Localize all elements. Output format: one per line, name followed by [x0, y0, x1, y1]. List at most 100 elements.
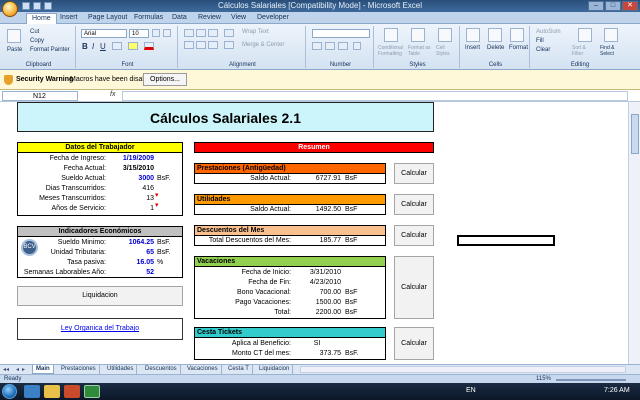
language-indicator[interactable]: EN [466, 387, 476, 394]
merge-center-button[interactable]: Merge & Center [242, 42, 284, 48]
borders-icon[interactable] [112, 42, 122, 50]
tab-insert[interactable]: Insert [60, 14, 78, 21]
tab-developer[interactable]: Developer [257, 14, 289, 21]
clear-button[interactable]: Clear [536, 47, 550, 53]
format-table-icon[interactable] [411, 28, 425, 42]
cut-button[interactable]: Cut [30, 29, 39, 35]
italic-icon[interactable]: I [92, 42, 94, 51]
sheet-nav-prev-icon[interactable]: ◂ [16, 366, 19, 373]
ley-organica-link[interactable]: Ley Organica del Trabajo [18, 325, 182, 332]
clock[interactable]: 7:26 AM [604, 387, 630, 394]
percent-icon[interactable] [325, 42, 335, 50]
number-format-select[interactable] [312, 29, 370, 38]
ie-taskbar-icon[interactable] [24, 385, 40, 398]
sheet-nav-next-icon[interactable]: ▸ [22, 366, 25, 373]
vertical-scrollbar[interactable] [628, 102, 640, 364]
sheet-tab-utilidades[interactable]: Utilidades [104, 365, 138, 374]
tab-review[interactable]: Review [198, 14, 221, 21]
tab-home[interactable]: Home [26, 13, 57, 24]
name-box[interactable]: N12 [2, 91, 78, 101]
zoom-slider[interactable] [556, 379, 626, 381]
cell-styles-button[interactable]: Cell Styles [436, 45, 458, 57]
font-color-icon[interactable] [144, 42, 154, 50]
format-cells-icon[interactable] [510, 28, 524, 42]
sheet-tab-descuentos[interactable]: Descuentos [142, 365, 181, 374]
font-name-select[interactable]: Arial [81, 29, 127, 38]
insert-cells-icon[interactable] [466, 28, 480, 42]
liquidacion-button[interactable]: Liquidacion [17, 286, 183, 306]
undo-icon[interactable] [33, 2, 41, 10]
tab-data[interactable]: Data [172, 14, 187, 21]
format-as-table-button[interactable]: Format as Table [408, 45, 434, 57]
cell-styles-icon[interactable] [438, 28, 452, 42]
calcular-prestaciones-button[interactable]: Calcular [394, 163, 434, 184]
sort-filter-button[interactable]: Sort & Filter [572, 45, 598, 57]
calcular-descuentos-button[interactable]: Calcular [394, 225, 434, 246]
paste-button[interactable]: Paste [7, 47, 22, 53]
orientation-icon[interactable] [224, 29, 234, 37]
delete-button[interactable]: Delete [487, 45, 504, 51]
calcular-cesta-button[interactable]: Calcular [394, 327, 434, 360]
vacaciones-unit: BsF [345, 299, 358, 306]
worksheet[interactable]: Cálculos Salariales 2.1 Datos del Trabaj… [0, 102, 628, 364]
selected-cell-n12[interactable] [457, 235, 555, 246]
align-left-icon[interactable] [184, 41, 194, 49]
start-button[interactable] [2, 384, 17, 399]
insert-button[interactable]: Insert [465, 45, 480, 51]
sheet-tab-vacaciones[interactable]: Vacaciones [184, 365, 222, 374]
fx-icon[interactable]: fx [110, 91, 115, 98]
sort-filter-icon[interactable] [578, 28, 592, 42]
maximize-button[interactable]: □ [605, 1, 621, 11]
align-bottom-icon[interactable] [208, 29, 218, 37]
sheet-tab-main[interactable]: Main [32, 365, 54, 374]
zoom-level[interactable]: 115% [536, 376, 551, 382]
decimal-icon[interactable] [353, 42, 361, 50]
conditional-formatting-button[interactable]: Conditional Formatting [378, 45, 406, 57]
sheet-tab-prestaciones[interactable]: Prestaciones [58, 365, 100, 374]
minimize-button[interactable]: – [588, 1, 604, 11]
calcular-vacaciones-button[interactable]: Calcular [394, 256, 434, 319]
grow-font-icon[interactable] [152, 29, 160, 37]
fill-color-icon[interactable] [128, 42, 138, 50]
close-button[interactable]: ✕ [622, 1, 638, 11]
options-button[interactable]: Options... [143, 73, 187, 86]
align-right-icon[interactable] [208, 41, 218, 49]
find-select-icon[interactable] [604, 28, 618, 42]
formula-input[interactable] [122, 91, 628, 101]
indent-icon[interactable] [224, 41, 234, 49]
align-center-icon[interactable] [196, 41, 206, 49]
format-button[interactable]: Format [509, 45, 528, 51]
format-painter-button[interactable]: Format Painter [30, 47, 70, 53]
redo-icon[interactable] [44, 2, 52, 10]
bold-icon[interactable]: B [82, 42, 88, 51]
excel-taskbar-icon[interactable] [84, 385, 100, 398]
find-select-button[interactable]: Find & Select [600, 45, 626, 57]
scrollbar-thumb[interactable] [631, 114, 639, 154]
paste-icon[interactable] [7, 29, 21, 43]
tab-page-layout[interactable]: Page Layout [88, 14, 127, 21]
horizontal-scrollbar[interactable] [300, 366, 626, 373]
save-icon[interactable] [22, 2, 30, 10]
calcular-utilidades-button[interactable]: Calcular [394, 194, 434, 215]
wrap-text-button[interactable]: Wrap Text [242, 29, 269, 35]
tab-view[interactable]: View [231, 14, 246, 21]
autosum-button[interactable]: AutoSum [536, 29, 561, 35]
sheet-tab-liquidacion[interactable]: Liquidacion [256, 365, 294, 374]
conditional-formatting-icon[interactable] [384, 28, 398, 42]
shrink-font-icon[interactable] [163, 29, 171, 37]
media-taskbar-icon[interactable] [64, 385, 80, 398]
fill-button[interactable]: Fill [536, 38, 544, 44]
sheet-nav-first-icon[interactable]: ◂◂ [3, 366, 9, 373]
align-middle-icon[interactable] [196, 29, 206, 37]
font-size-select[interactable]: 10 [129, 29, 149, 38]
underline-icon[interactable]: U [100, 42, 106, 51]
delete-cells-icon[interactable] [488, 28, 502, 42]
explorer-taskbar-icon[interactable] [44, 385, 60, 398]
align-top-icon[interactable] [184, 29, 194, 37]
comma-icon[interactable] [338, 42, 348, 50]
sheet-tab-cesta[interactable]: Cesta T [225, 365, 253, 374]
tab-formulas[interactable]: Formulas [134, 14, 163, 21]
copy-button[interactable]: Copy [30, 38, 44, 44]
currency-icon[interactable] [312, 42, 322, 50]
office-button[interactable] [2, 1, 18, 17]
